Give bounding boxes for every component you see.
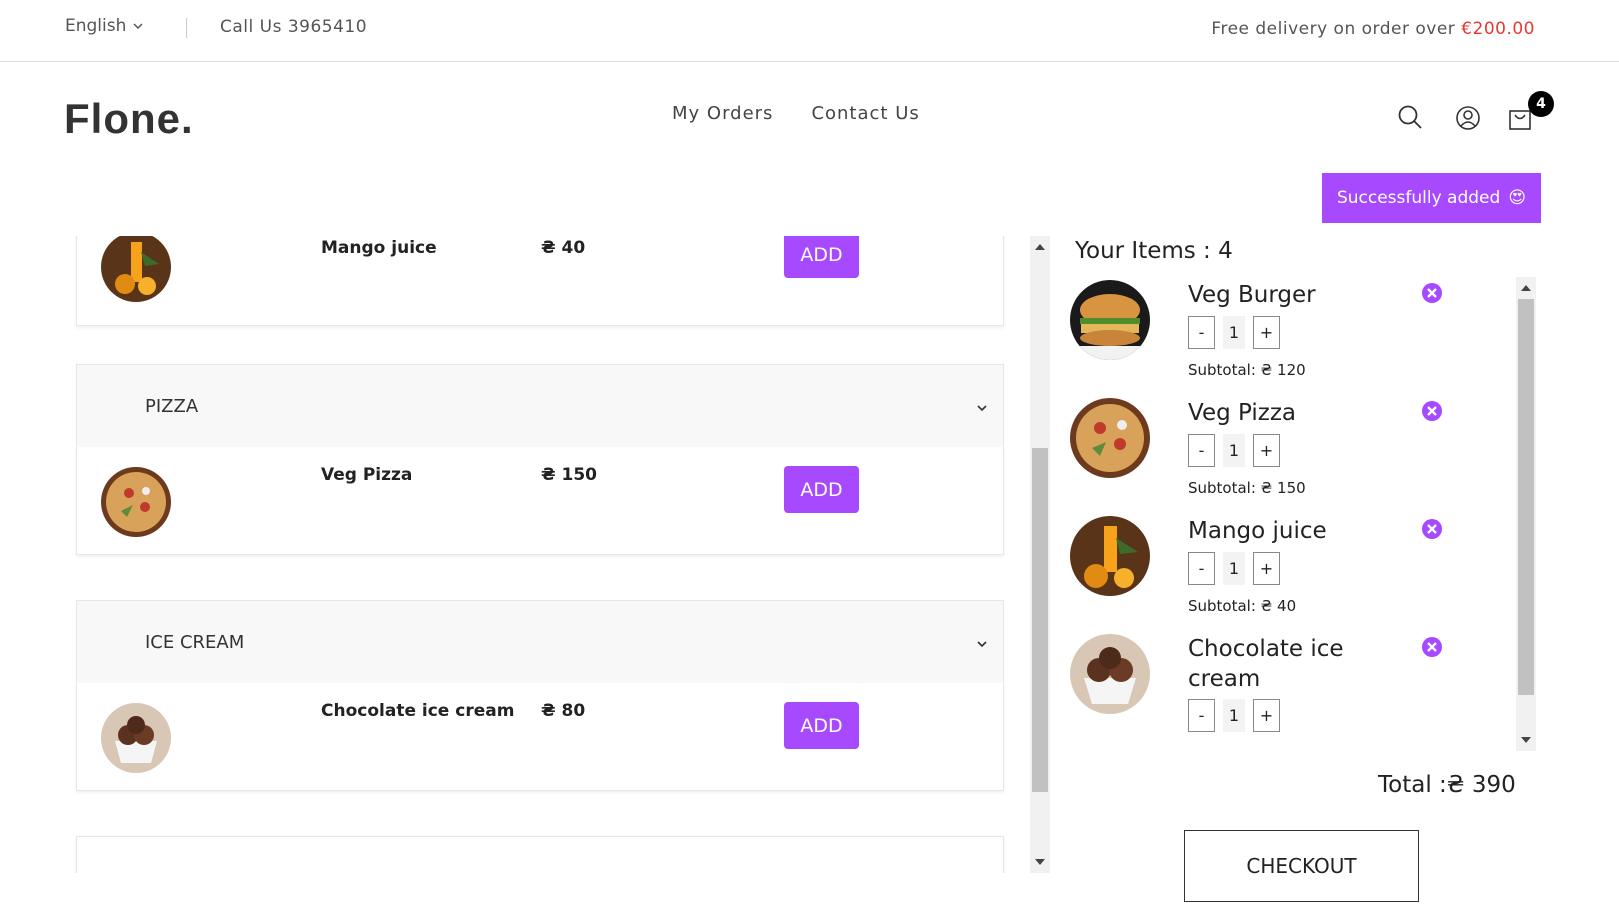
veg-pizza-image bbox=[101, 467, 171, 537]
remove-item-icon[interactable] bbox=[1421, 282, 1443, 304]
toast-emoji: 😍 bbox=[1508, 188, 1527, 208]
increase-qty-button[interactable]: + bbox=[1253, 699, 1280, 732]
quantity-stepper: - 1 + bbox=[1188, 552, 1280, 585]
qty-value[interactable]: 1 bbox=[1223, 699, 1245, 732]
cart-item-subtotal: Subtotal: ₴ 150 bbox=[1188, 479, 1306, 497]
next-category-card bbox=[76, 836, 1004, 873]
veg-pizza-image bbox=[1070, 398, 1150, 478]
category-header-pizza[interactable]: PIZZA bbox=[76, 364, 1004, 448]
toast-text: Successfully added bbox=[1336, 188, 1501, 208]
cart-count-badge: 4 bbox=[1528, 91, 1554, 117]
scroll-down-arrow[interactable] bbox=[1521, 737, 1531, 743]
mango-juice-image bbox=[1070, 516, 1150, 596]
language-selector[interactable]: English bbox=[65, 16, 144, 36]
search-icon[interactable] bbox=[1396, 103, 1424, 131]
menu-item-price: ₴ 150 bbox=[541, 465, 598, 485]
cart-item-name: Mango juice bbox=[1188, 518, 1327, 544]
menu-item-price: ₴ 40 bbox=[541, 238, 586, 258]
menu-item-name: Veg Pizza bbox=[321, 465, 413, 485]
main-nav: My Orders Contact Us bbox=[672, 103, 920, 124]
menu-item-price: ₴ 80 bbox=[541, 701, 586, 721]
nav-contact-us[interactable]: Contact Us bbox=[811, 103, 919, 124]
scroll-down-arrow[interactable] bbox=[1035, 859, 1045, 865]
user-icon[interactable] bbox=[1454, 104, 1482, 132]
cart-total: Total :₴ 390 bbox=[1378, 772, 1516, 798]
chocolate-ice-cream-image bbox=[1070, 634, 1150, 714]
language-label: English bbox=[65, 16, 127, 36]
decrease-qty-button[interactable]: - bbox=[1188, 316, 1215, 349]
chocolate-ice-cream-image bbox=[101, 703, 171, 773]
menu-item-name: Mango juice bbox=[321, 238, 437, 258]
success-toast: Successfully added 😍 bbox=[1322, 173, 1541, 223]
topbar-divider bbox=[186, 18, 187, 38]
add-button[interactable]: ADD bbox=[784, 466, 859, 513]
delivery-notice: Free delivery on order over €200.00 bbox=[1211, 19, 1535, 39]
qty-value[interactable]: 1 bbox=[1223, 552, 1245, 585]
category-name: ICE CREAM bbox=[145, 632, 245, 653]
nav-my-orders[interactable]: My Orders bbox=[672, 103, 773, 124]
cart-item-name: Chocolate ice cream bbox=[1188, 636, 1344, 692]
menu-list: Mango juice ₴ 40 ADD PIZZA Veg Pizza ₴ 1… bbox=[72, 236, 1012, 873]
remove-item-icon[interactable] bbox=[1421, 518, 1443, 540]
category-header-ice-cream[interactable]: ICE CREAM bbox=[76, 600, 1004, 684]
qty-value[interactable]: 1 bbox=[1223, 316, 1245, 349]
chevron-down-icon bbox=[977, 405, 987, 412]
cart-scrollbar[interactable] bbox=[1516, 277, 1536, 751]
scroll-up-arrow[interactable] bbox=[1521, 285, 1531, 291]
decrease-qty-button[interactable]: - bbox=[1188, 434, 1215, 467]
scrollbar-thumb[interactable] bbox=[1518, 299, 1534, 695]
add-button[interactable]: ADD bbox=[784, 236, 859, 278]
qty-value[interactable]: 1 bbox=[1223, 434, 1245, 467]
veg-burger-image bbox=[1070, 280, 1150, 360]
delivery-amount: €200.00 bbox=[1461, 19, 1535, 39]
mango-juice-image bbox=[101, 236, 171, 302]
menu-item-name: Chocolate ice cream bbox=[321, 701, 515, 721]
scrollbar-thumb[interactable] bbox=[1032, 448, 1048, 792]
decrease-qty-button[interactable]: - bbox=[1188, 699, 1215, 732]
add-button[interactable]: ADD bbox=[784, 702, 859, 749]
menu-item-row: Mango juice ₴ 40 ADD bbox=[76, 236, 1004, 326]
chevron-down-icon bbox=[977, 641, 987, 648]
menu-scrollbar[interactable] bbox=[1030, 236, 1050, 873]
cart-item-subtotal: Subtotal: ₴ 120 bbox=[1188, 361, 1306, 379]
quantity-stepper: - 1 + bbox=[1188, 434, 1280, 467]
remove-item-icon[interactable] bbox=[1421, 400, 1443, 422]
cart-title: Your Items : 4 bbox=[1075, 238, 1233, 264]
cart-items-list: Veg Burger - 1 + Subtotal: ₴ 120 Veg Piz… bbox=[1068, 276, 1538, 752]
remove-item-icon[interactable] bbox=[1421, 636, 1443, 658]
site-logo[interactable]: Flone. bbox=[64, 95, 194, 143]
menu-item-row: Chocolate ice cream ₴ 80 ADD bbox=[76, 683, 1004, 791]
top-bar: English Call Us 3965410 Free delivery on… bbox=[0, 0, 1619, 62]
chevron-down-icon bbox=[133, 23, 143, 30]
decrease-qty-button[interactable]: - bbox=[1188, 552, 1215, 585]
category-name: PIZZA bbox=[145, 396, 199, 417]
increase-qty-button[interactable]: + bbox=[1253, 434, 1280, 467]
cart-item-subtotal: Subtotal: ₴ 40 bbox=[1188, 597, 1297, 615]
delivery-text: Free delivery on order over bbox=[1211, 19, 1462, 39]
increase-qty-button[interactable]: + bbox=[1253, 316, 1280, 349]
menu-item-row: Veg Pizza ₴ 150 ADD bbox=[76, 447, 1004, 555]
checkout-button[interactable]: CHECKOUT bbox=[1184, 830, 1419, 902]
call-us-text: Call Us 3965410 bbox=[220, 17, 368, 37]
scroll-up-arrow[interactable] bbox=[1035, 244, 1045, 250]
cart-item-name: Veg Pizza bbox=[1188, 400, 1297, 426]
quantity-stepper: - 1 + bbox=[1188, 316, 1280, 349]
increase-qty-button[interactable]: + bbox=[1253, 552, 1280, 585]
quantity-stepper: - 1 + bbox=[1188, 699, 1280, 732]
cart-item-name: Veg Burger bbox=[1188, 282, 1316, 308]
